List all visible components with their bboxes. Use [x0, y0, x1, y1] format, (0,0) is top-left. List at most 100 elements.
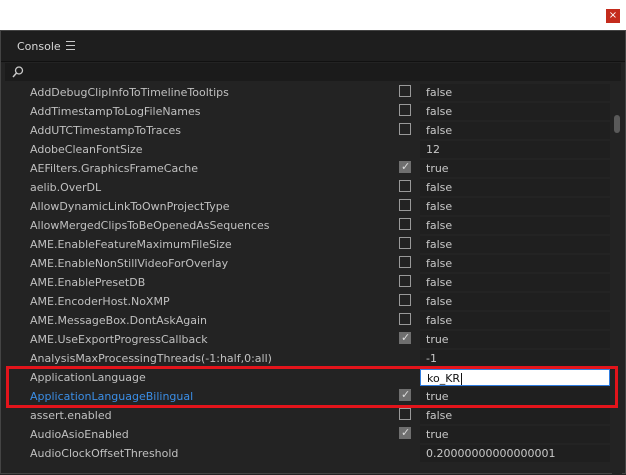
setting-checkbox[interactable] [399, 180, 411, 192]
setting-name: AddTimestampToLogFileNames [30, 105, 201, 118]
console-window: Console AddDebugClipInfoToTimelineToolti… [0, 30, 626, 475]
setting-value[interactable]: false [420, 293, 610, 310]
table-row[interactable]: aelib.OverDL false [1, 178, 611, 197]
setting-value[interactable]: -1 [420, 350, 610, 367]
setting-name: AME.UseExportProgressCallback [30, 333, 208, 346]
setting-name: assert.enabled [30, 409, 112, 422]
setting-name: AME.EnableNonStillVideoForOverlay [30, 257, 229, 270]
setting-checkbox[interactable] [399, 331, 411, 344]
table-row[interactable]: AdobeCleanFontSize 12 [1, 140, 611, 159]
setting-value[interactable]: false [420, 84, 610, 101]
setting-checkbox[interactable] [399, 123, 411, 135]
setting-value[interactable]: false [420, 274, 610, 291]
setting-value[interactable]: true [420, 160, 610, 177]
setting-checkbox[interactable] [399, 199, 411, 211]
table-row[interactable]: AudioClockOffsetThreshold 0.2000000000000… [1, 444, 611, 463]
setting-name: AME.EnableFeatureMaximumFileSize [30, 238, 232, 251]
panel-header: Console [1, 31, 625, 62]
table-row[interactable]: AME.EnablePresetDB false [1, 273, 611, 292]
setting-value[interactable]: false [420, 255, 610, 272]
setting-checkbox[interactable] [399, 408, 411, 420]
table-row[interactable]: AEFilters.GraphicsFrameCache true [1, 159, 611, 178]
settings-list: AddDebugClipInfoToTimelineTooltips false A… [1, 83, 611, 463]
setting-name: AdobeCleanFontSize [30, 143, 143, 156]
setting-checkbox[interactable] [399, 313, 411, 325]
table-row[interactable]: AddTimestampToLogFileNames false [1, 102, 611, 121]
table-row[interactable]: ApplicationLanguage ko_KR [1, 368, 611, 387]
setting-name: AME.EncoderHost.NoXMP [30, 295, 170, 308]
setting-value[interactable]: 0.20000000000000001 [420, 445, 610, 462]
setting-value[interactable]: false [420, 179, 610, 196]
setting-value[interactable]: false [420, 236, 610, 253]
table-row[interactable]: ApplicationLanguageBilingual true [1, 387, 611, 406]
setting-checkbox[interactable] [399, 104, 411, 116]
setting-value-text: false [426, 238, 453, 251]
setting-value[interactable]: true [420, 388, 610, 405]
setting-checkbox[interactable] [399, 160, 411, 173]
setting-checkbox[interactable] [399, 388, 411, 401]
setting-value-text: true [426, 390, 449, 403]
table-row[interactable]: AME.EncoderHost.NoXMP false [1, 292, 611, 311]
setting-name: AddDebugClipInfoToTimelineTooltips [30, 86, 229, 99]
setting-value-input[interactable]: ko_KR [420, 369, 610, 386]
table-row[interactable]: AME.EnableFeatureMaximumFileSize false [1, 235, 611, 254]
setting-value[interactable]: false [420, 198, 610, 215]
setting-checkbox[interactable] [399, 426, 411, 439]
close-button[interactable]: × [606, 9, 620, 23]
table-row[interactable]: AllowMergedClipsToBeOpenedAsSequences fal… [1, 216, 611, 235]
table-row[interactable]: AME.UseExportProgressCallback true [1, 330, 611, 349]
setting-value-text: false [426, 276, 453, 289]
setting-checkbox[interactable] [399, 218, 411, 230]
table-row[interactable]: AddUTCTimestampToTraces false [1, 121, 611, 140]
setting-value-text: false [426, 314, 453, 327]
setting-value[interactable]: true [420, 426, 610, 443]
table-row[interactable]: assert.enabled false [1, 406, 611, 425]
setting-name: AddUTCTimestampToTraces [30, 124, 181, 137]
setting-checkbox[interactable] [399, 237, 411, 249]
table-row[interactable]: AudioAsioEnabled true [1, 425, 611, 444]
search-input[interactable] [5, 63, 621, 81]
setting-name: AME.EnablePresetDB [30, 276, 146, 289]
setting-name: aelib.OverDL [30, 181, 102, 194]
table-row[interactable]: AllowDynamicLinkToOwnProjectType false [1, 197, 611, 216]
setting-checkbox[interactable] [399, 256, 411, 268]
setting-value-text: true [426, 333, 449, 346]
search-icon [12, 66, 24, 78]
setting-name: AllowDynamicLinkToOwnProjectType [30, 200, 230, 213]
table-row[interactable]: AME.MessageBox.DontAskAgain false [1, 311, 611, 330]
setting-value-text: ko_KR [427, 372, 461, 385]
setting-value-text: false [426, 295, 453, 308]
setting-value-text: false [426, 105, 453, 118]
setting-value[interactable]: false [420, 217, 610, 234]
table-row[interactable]: AME.EnableNonStillVideoForOverlay false [1, 254, 611, 273]
panel-menu-icon[interactable] [66, 41, 75, 50]
setting-name: AudioAsioEnabled [30, 428, 129, 441]
setting-value-text: 0.20000000000000001 [426, 447, 556, 460]
setting-name: AudioClockOffsetThreshold [30, 447, 179, 460]
scrollbar[interactable] [612, 85, 622, 475]
text-caret [461, 373, 463, 385]
setting-value[interactable]: false [420, 122, 610, 139]
setting-value[interactable]: 12 [420, 141, 610, 158]
window-titlebar: × [0, 0, 626, 30]
setting-name: ApplicationLanguage [30, 371, 146, 384]
setting-checkbox[interactable] [399, 294, 411, 306]
setting-value-text: false [426, 219, 453, 232]
setting-value-text: false [426, 124, 453, 137]
setting-value[interactable]: false [420, 407, 610, 424]
setting-value[interactable]: false [420, 103, 610, 120]
setting-name: AME.MessageBox.DontAskAgain [30, 314, 208, 327]
setting-value-text: false [426, 257, 453, 270]
setting-value-text: true [426, 162, 449, 175]
scrollbar-thumb[interactable] [614, 115, 620, 133]
setting-value-text: false [426, 409, 453, 422]
table-row[interactable]: AddDebugClipInfoToTimelineTooltips false [1, 83, 611, 102]
setting-value-text: -1 [426, 352, 437, 365]
setting-name: ApplicationLanguageBilingual [30, 390, 194, 403]
setting-value[interactable]: false [420, 312, 610, 329]
setting-checkbox[interactable] [399, 85, 411, 97]
setting-value-text: 12 [426, 143, 440, 156]
setting-value[interactable]: true [420, 331, 610, 348]
table-row[interactable]: AnalysisMaxProcessingThreads(-1:half,0:a… [1, 349, 611, 368]
setting-checkbox[interactable] [399, 275, 411, 287]
